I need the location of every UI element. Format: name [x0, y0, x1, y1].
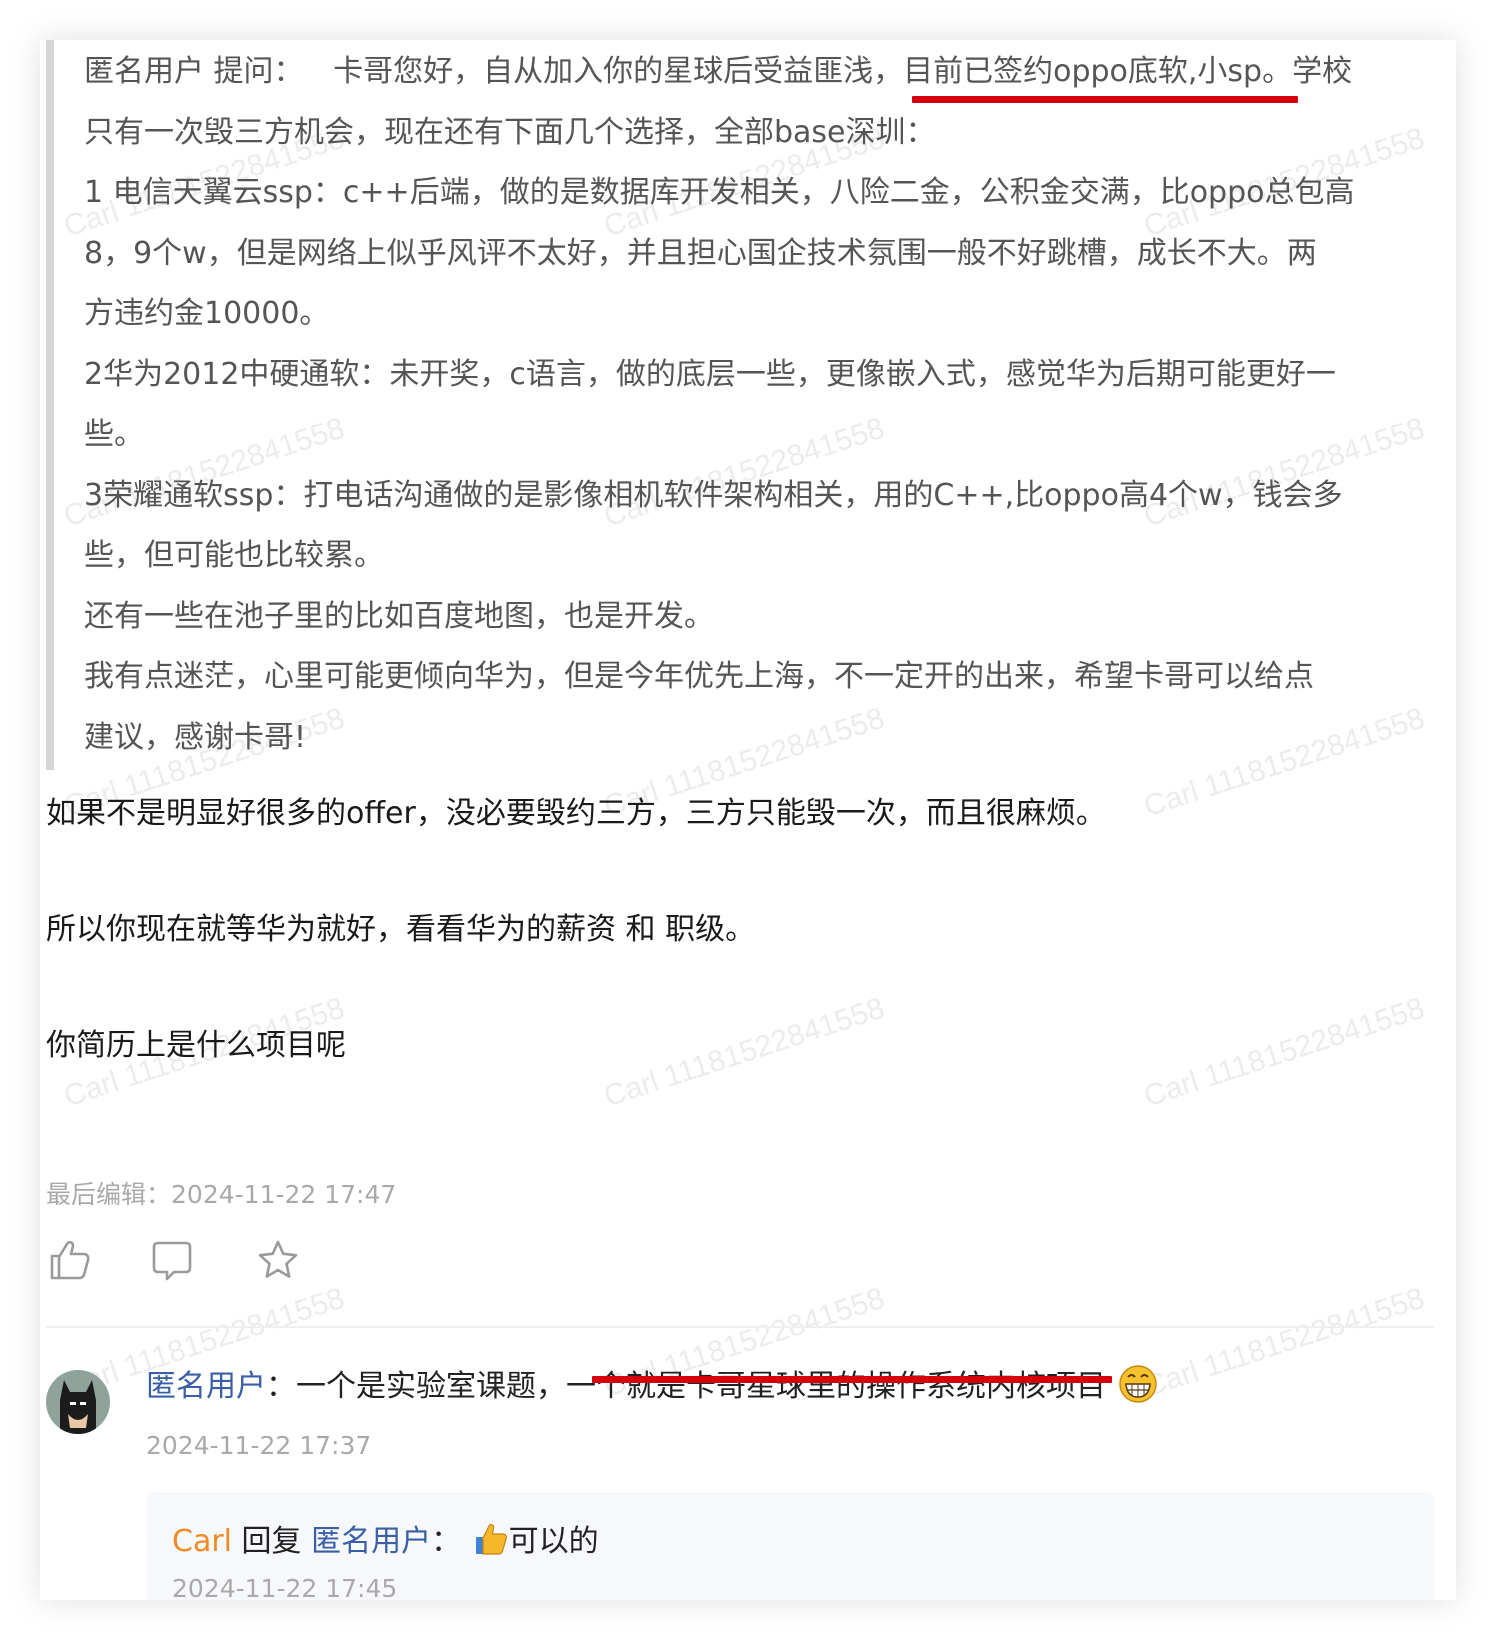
watermark-text: Carl 11181522841558 [1140, 991, 1429, 1114]
comment-text: 一个是实验室课题，一个就是卡哥星球里的操作系统内核项目 [296, 1369, 1106, 1404]
reply-separator: ： [431, 1524, 462, 1559]
question-line: 还有一些在池子里的比如百度地图，也是开发。 [84, 598, 714, 634]
question-line: 8，9个w，但是网络上似乎风评不太好，并且担心国企技术氛围一般不好跳槽，成长不大… [84, 235, 1317, 271]
question-text: 卡哥您好，自从加入你的星球后受益匪浅，目前已签约oppo底软,小sp。学校 [333, 54, 1353, 89]
question-line: 3荣耀通软ssp：打电话沟通做的是影像相机软件架构相关，用的C++,比oppo高… [84, 477, 1343, 513]
watermark-text: Carl 11181522841558 [600, 991, 889, 1114]
comment-time: 2024-11-22 17:37 [146, 1431, 372, 1460]
question-quote: 匿名用户 提问： 卡哥您好，自从加入你的星球后受益匪浅，目前已签约oppo底软,… [46, 40, 1446, 770]
comment: 匿名用户：一个是实验室课题，一个就是卡哥星球里的操作系统内核项目 [146, 1361, 1158, 1412]
question-line: 建议，感谢卡哥! [84, 719, 307, 755]
reply-time: 2024-11-22 17:45 [172, 1574, 398, 1600]
question-author[interactable]: 匿名用户 [84, 54, 204, 89]
reply: Carl 回复 匿名用户： 可以的 [172, 1516, 599, 1565]
reply-box: Carl 回复 匿名用户： 可以的 2024-11-22 17:45 [146, 1492, 1434, 1600]
answer-paragraph: 你简历上是什么项目呢 [46, 1028, 346, 1063]
thumbs-up-icon[interactable] [48, 1238, 92, 1282]
star-icon[interactable] [256, 1238, 300, 1282]
question-line: 匿名用户 提问： 卡哥您好，自从加入你的星球后受益匪浅，目前已签约oppo底软,… [84, 42, 1446, 103]
last-edited: 最后编辑：2024-11-22 17:47 [46, 1175, 396, 1211]
reply-target[interactable]: 匿名用户 [311, 1524, 431, 1559]
avatar[interactable] [46, 1370, 110, 1434]
thumbs-up-emoji-icon [473, 1521, 509, 1565]
comment-icon[interactable] [150, 1238, 194, 1282]
last-edited-label: 最后编辑： [46, 1180, 172, 1209]
answer-paragraph: 所以你现在就等华为就好，看看华为的薪资 和 职级。 [46, 912, 756, 947]
question-line: 方违约金10000。 [84, 296, 330, 331]
question-line: 2华为2012中硬通软：未开奖，c语言，做的底层一些，更像嵌入式，感觉华为后期可… [84, 356, 1336, 392]
question-line: 1 电信天翼云ssp：c++后端，做的是数据库开发相关，八险二金，公积金交满，比… [84, 175, 1355, 210]
divider [46, 1326, 1434, 1328]
answer-paragraph: 如果不是明显好很多的offer，没必要毁约三方，三方只能毁一次，而且很麻烦。 [46, 796, 1106, 831]
grin-emoji-icon [1118, 1364, 1158, 1412]
question-line: 些，但可能也比较累。 [84, 538, 384, 573]
comment-author[interactable]: 匿名用户 [146, 1369, 266, 1404]
reply-author[interactable]: Carl [172, 1524, 232, 1559]
question-line: 我有点迷茫，心里可能更倾向华为，但是今年优先上海，不一定开的出来，希望卡哥可以给… [84, 659, 1314, 694]
comment-separator: ： [266, 1369, 296, 1404]
watermark-text: Carl 11181522841558 [1140, 1281, 1429, 1404]
question-label: 提问： [213, 54, 304, 89]
post-card: Carl 11181522841558 Carl 11181522841558 … [40, 40, 1456, 1600]
red-underline-annotation [912, 96, 1298, 103]
reply-text: 可以的 [508, 1524, 599, 1559]
question-line: 只有一次毁三方机会，现在还有下面几个选择，全部base深圳： [84, 114, 936, 150]
reply-verb: 回复 [241, 1524, 302, 1559]
last-edited-time: 2024-11-22 17:47 [171, 1180, 397, 1209]
red-underline-annotation [592, 1376, 1112, 1383]
question-line: 些。 [84, 417, 144, 452]
